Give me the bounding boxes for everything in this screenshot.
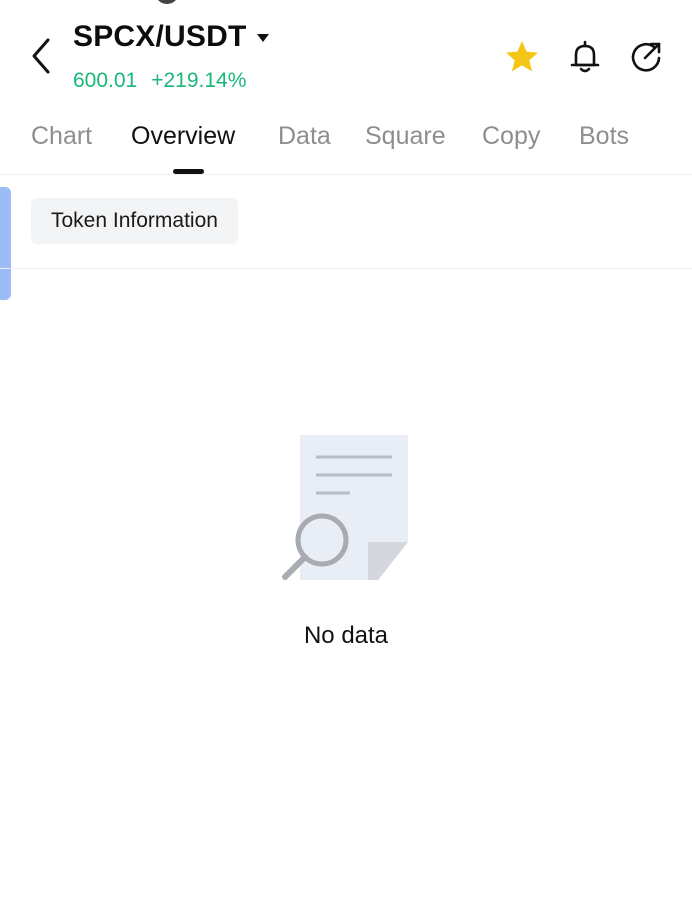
tab-square[interactable]: Square — [365, 122, 446, 151]
tab-chart[interactable]: Chart — [31, 122, 92, 151]
tab-data[interactable]: Data — [278, 122, 331, 151]
caret-down-icon — [256, 34, 269, 42]
tab-bar: Chart Overview Data Square Copy Bots — [0, 112, 692, 175]
tab-copy[interactable]: Copy — [482, 122, 540, 151]
no-data-document-search-icon — [280, 430, 415, 585]
active-tab-indicator — [173, 169, 204, 174]
price-alert-button[interactable] — [566, 38, 604, 76]
pair-title: SPCX/USDT — [73, 20, 247, 53]
price-row: 600.01 +219.14% — [73, 69, 246, 93]
chevron-left-icon — [32, 38, 50, 74]
pair-selector[interactable]: SPCX/USDT — [73, 20, 269, 54]
favorite-button[interactable] — [503, 38, 541, 76]
price-change: +219.14% — [151, 69, 247, 92]
divider — [0, 268, 692, 269]
bell-icon — [570, 40, 600, 73]
last-price: 600.01 — [73, 69, 138, 92]
star-icon — [506, 41, 538, 72]
token-information-tab[interactable]: Token Information — [31, 198, 238, 244]
tab-bots[interactable]: Bots — [579, 122, 629, 151]
empty-state-text: No data — [303, 622, 389, 649]
share-icon — [631, 42, 661, 72]
header: SPCX/USDT 600.01 +219.14% — [0, 0, 692, 110]
share-button[interactable] — [627, 38, 665, 76]
side-scroll-handle[interactable] — [0, 187, 11, 300]
tab-overview[interactable]: Overview — [131, 122, 235, 151]
back-button[interactable] — [26, 36, 60, 76]
